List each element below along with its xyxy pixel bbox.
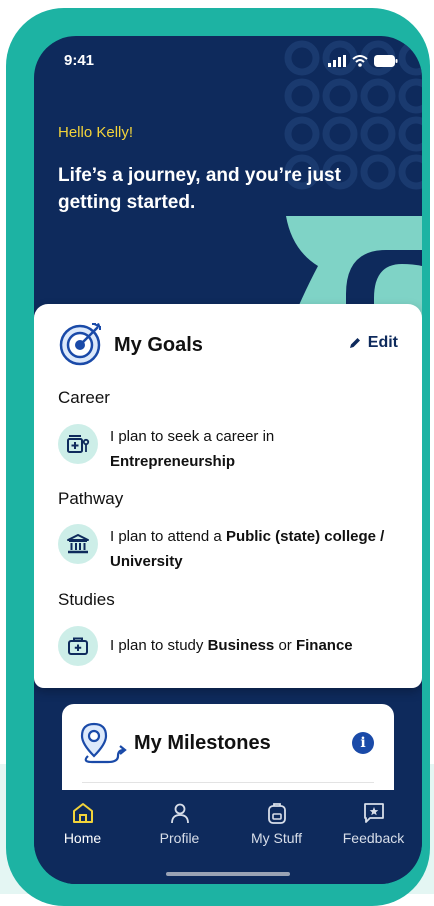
milestones-title: My Milestones	[134, 732, 271, 754]
backpack-icon	[267, 803, 286, 824]
battery-icon	[374, 55, 398, 67]
goals-card: My Goals Edit Career I plan to seek a ca…	[34, 304, 422, 688]
home-indicator	[166, 872, 290, 876]
goal-studies-value-2: Finance	[295, 637, 353, 654]
goals-title: My Goals	[114, 334, 203, 356]
status-bar: 9:41	[34, 52, 422, 76]
tab-feedback[interactable]: Feedback	[325, 800, 422, 846]
tab-my-stuff-label: My Stuff	[250, 830, 303, 846]
tagline: Life’s a journey, and you’re just gettin…	[58, 165, 341, 213]
goal-studies-conj: or	[278, 637, 292, 654]
goal-studies: I plan to study Business or Finance	[58, 626, 402, 668]
home-icon	[72, 803, 93, 823]
section-title-career: Career	[58, 388, 110, 407]
edit-goals-button[interactable]: Edit	[348, 334, 398, 352]
goal-pathway: I plan to attend a Public (state) colleg…	[58, 524, 402, 574]
goal-studies-text: I plan to study Business or Finance	[110, 633, 402, 658]
goal-career-text: I plan to seek a career in Entrepreneurs…	[110, 424, 402, 474]
status-time: 9:41	[64, 52, 95, 69]
tab-home[interactable]: Home	[34, 800, 131, 846]
phone-screen: 9:41 Hello Kelly! Life’s a journey, and …	[34, 36, 422, 884]
section-title-studies: Studies	[58, 590, 115, 609]
pencil-icon	[349, 338, 360, 348]
phone-frame: 9:41 Hello Kelly! Life’s a journey, and …	[6, 8, 430, 906]
goal-career: I plan to seek a career in Entrepreneurs…	[58, 424, 402, 474]
goal-career-prefix: I plan to seek a career in	[110, 428, 275, 445]
route-icon	[80, 722, 127, 764]
goal-studies-value-1: Business	[207, 637, 275, 654]
goals-header: My Goals Edit	[58, 318, 398, 370]
briefcase-icon	[58, 626, 98, 666]
section-title-pathway: Pathway	[58, 489, 124, 508]
goal-pathway-prefix: I plan to attend a	[110, 528, 222, 545]
goal-studies-prefix: I plan to study	[110, 637, 204, 654]
tab-profile-label: Profile	[159, 830, 200, 846]
info-icon[interactable]: i	[352, 732, 374, 754]
greeting: Hello Kelly!	[58, 124, 134, 141]
signal-icon	[328, 55, 346, 67]
tab-profile[interactable]: Profile	[131, 800, 228, 846]
tab-home-label: Home	[63, 830, 102, 846]
status-icons	[328, 55, 398, 67]
target-icon	[59, 323, 101, 366]
calculator-icon	[58, 424, 98, 464]
wifi-icon	[352, 55, 368, 67]
tab-feedback-label: Feedback	[342, 830, 405, 846]
feedback-icon	[363, 803, 384, 823]
tab-my-stuff[interactable]: My Stuff	[228, 800, 325, 846]
goal-pathway-text: I plan to attend a Public (state) colleg…	[110, 524, 402, 574]
divider	[82, 782, 374, 783]
person-icon	[170, 803, 189, 824]
goal-career-value: Entrepreneurship	[110, 453, 236, 470]
edit-label: Edit	[367, 334, 398, 351]
tab-bar: Home Profile My Stuff Feedback	[34, 790, 422, 884]
university-icon	[58, 524, 98, 564]
